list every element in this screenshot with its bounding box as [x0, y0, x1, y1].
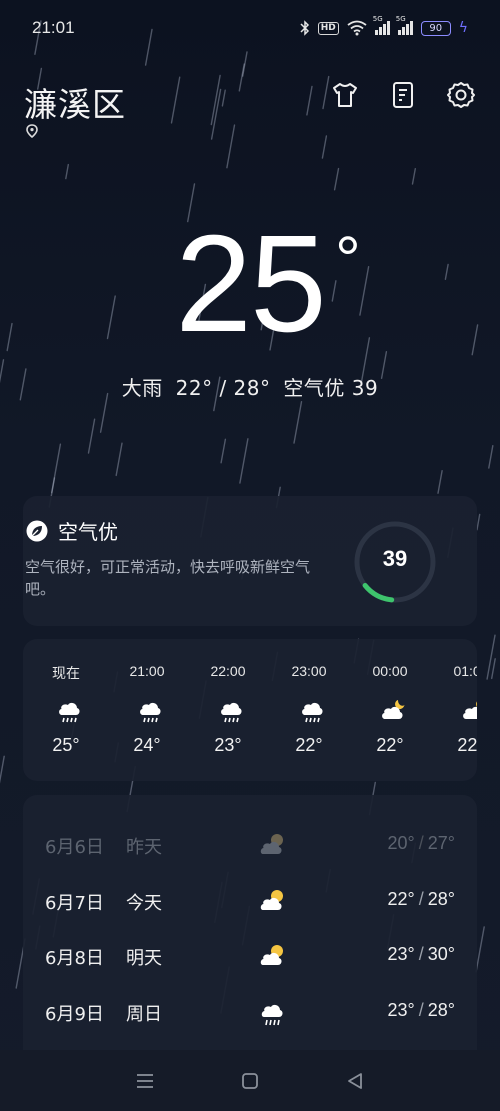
hour-item[interactable]: 23:00 22° — [269, 639, 349, 781]
cloud-sun-icon — [260, 890, 283, 910]
air-quality-text: 空气优 39 — [283, 376, 379, 400]
day-row[interactable]: 6月9日 周日 23°/28° — [23, 992, 477, 1032]
air-quality-card[interactable]: 空气优 空气很好，可正常活动，快去呼吸新鲜空气吧。 39 — [23, 496, 477, 626]
hour-time: 21:00 — [129, 663, 165, 679]
rain-cloud-icon — [59, 702, 80, 723]
document-icon[interactable] — [388, 80, 418, 110]
rain-cloud-icon — [140, 702, 161, 723]
status-icons: HD 5G 5G 90 ϟ — [300, 15, 468, 36]
charging-bolt-icon: ϟ — [458, 20, 468, 36]
battery-indicator: 90 — [420, 20, 451, 36]
signal-strength-1: 5G — [373, 15, 390, 35]
status-time: 21:01 — [32, 18, 75, 37]
hour-item[interactable]: 22:00 23° — [188, 639, 268, 781]
hour-temp: 24° — [133, 735, 161, 755]
day-row[interactable]: 6月6日 昨天 20°/27° — [23, 825, 477, 865]
gear-icon[interactable] — [446, 80, 476, 110]
current-temperature-block: 25 ° — [0, 215, 500, 353]
bluetooth-icon — [300, 20, 309, 36]
navigation-bar — [0, 1050, 500, 1111]
daily-forecast-card[interactable]: 6月6日 昨天 20°/27° 6月7日 今天 22°/28° 6月8日 明天 — [23, 795, 477, 1065]
shirt-icon[interactable] — [330, 80, 360, 110]
hour-time: 00:00 — [372, 663, 408, 679]
day-date: 6月9日 — [45, 1004, 104, 1025]
hour-time: 现在 — [52, 665, 80, 681]
leaf-icon — [26, 520, 48, 541]
home-square-icon[interactable] — [237, 1068, 263, 1094]
hour-time: 01:00 — [453, 663, 477, 679]
aqi-value: 39 — [382, 546, 408, 571]
rain-cloud-icon — [261, 1004, 283, 1026]
rain-cloud-icon — [221, 702, 242, 723]
day-name: 明天 — [126, 948, 162, 969]
hour-temp: 22° — [457, 735, 477, 755]
day-name: 今天 — [126, 893, 162, 914]
day-temp-range: 23°/30° — [387, 944, 455, 964]
condition-text: 大雨 — [121, 376, 163, 400]
air-quality-title-row: 空气优 — [26, 516, 118, 545]
day-temp-range: 22°/28° — [387, 889, 455, 909]
hour-temp: 25° — [52, 735, 80, 755]
temp-range-text: 22° / 28° — [175, 376, 271, 400]
hour-temp: 23° — [214, 735, 242, 755]
day-date: 6月8日 — [45, 948, 104, 969]
cloud-sun-icon — [260, 945, 283, 965]
hour-temp: 22° — [295, 735, 323, 755]
hd-badge: HD — [317, 21, 339, 35]
current-temperature: 25 ° — [175, 207, 360, 361]
hourly-forecast-card[interactable]: 现在 25° 21:00 24° 22:00 23° 23:00 22° 00:… — [23, 639, 477, 781]
day-name: 周日 — [126, 1004, 162, 1025]
signal-strength-2: 5G — [396, 15, 413, 35]
air-quality-description: 空气很好，可正常活动，快去呼吸新鲜空气吧。 — [25, 558, 311, 598]
cloud-moon-icon — [382, 700, 405, 719]
header-actions — [330, 80, 476, 110]
weather-summary: 大雨 22° / 28° 空气优 39 — [0, 372, 500, 401]
location-pin-icon — [26, 124, 38, 138]
day-row[interactable]: 6月7日 今天 22°/28° — [23, 881, 477, 921]
hour-temp: 22° — [376, 735, 404, 755]
day-name: 昨天 — [126, 837, 162, 858]
hour-item[interactable]: 现在 25° — [26, 639, 106, 781]
back-triangle-icon[interactable] — [342, 1068, 368, 1094]
day-date: 6月6日 — [45, 837, 104, 858]
header: 濂溪区 — [24, 78, 476, 142]
degree-symbol: ° — [335, 223, 361, 295]
air-quality-title: 空气优 — [58, 520, 118, 544]
hour-item[interactable]: 00:00 22° — [350, 639, 430, 781]
rain-cloud-icon — [302, 702, 323, 723]
wifi-icon — [347, 20, 367, 36]
day-row[interactable]: 6月8日 明天 23°/30° — [23, 936, 477, 976]
day-temp-range: 23°/28° — [387, 1000, 455, 1020]
hour-item[interactable]: 21:00 24° — [107, 639, 187, 781]
hour-time: 22:00 — [210, 663, 246, 679]
status-bar: 21:01 HD 5G 5G 90 ϟ — [0, 0, 500, 56]
day-date: 6月7日 — [45, 893, 104, 914]
menu-icon[interactable] — [132, 1068, 158, 1094]
cloud-sun-icon — [260, 834, 283, 854]
day-temp-range: 20°/27° — [387, 833, 455, 853]
hour-item[interactable]: 01:00 22° — [431, 639, 477, 781]
cloud-moon-icon — [463, 701, 477, 719]
hour-time: 23:00 — [291, 663, 327, 679]
